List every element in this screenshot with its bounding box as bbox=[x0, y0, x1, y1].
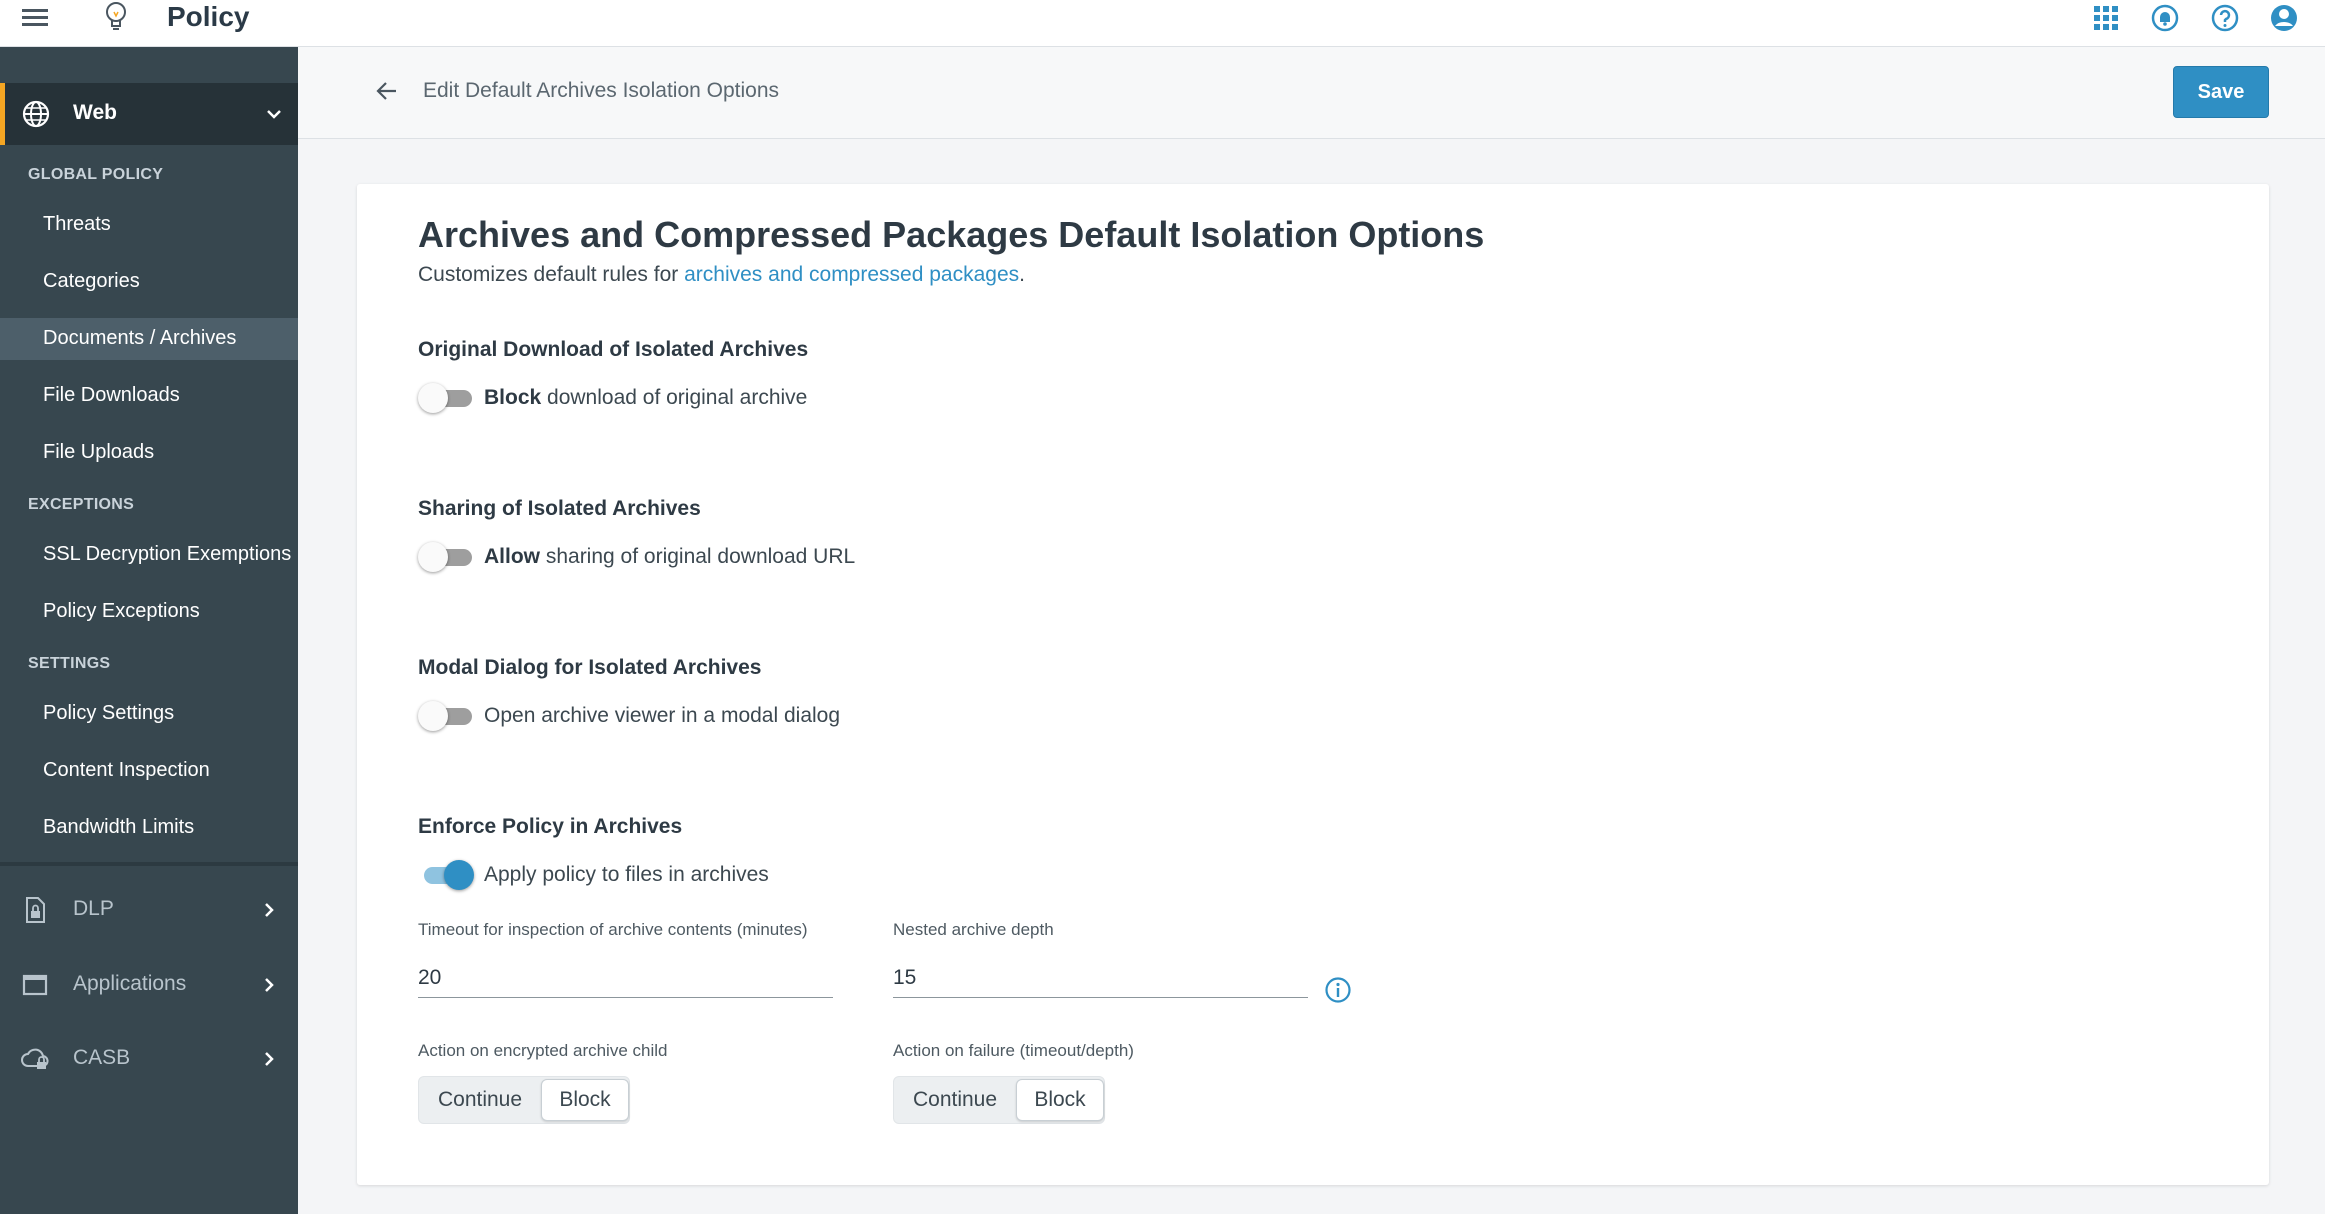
applications-window-icon bbox=[22, 974, 48, 996]
sidebar-item-policy-settings[interactable]: Policy Settings bbox=[0, 693, 298, 735]
toggle-label-bold: Block bbox=[484, 386, 542, 409]
failure-block-option[interactable]: Block bbox=[1016, 1079, 1104, 1121]
toggle-knob bbox=[418, 701, 448, 731]
sidebar-item-file-uploads[interactable]: File Uploads bbox=[0, 432, 298, 474]
arrow-left-icon[interactable] bbox=[374, 78, 400, 104]
sidebar-item-label: Content Inspection bbox=[43, 759, 210, 781]
sidebar-item-casb[interactable]: CASB bbox=[0, 1030, 298, 1088]
sidebar-item-policy-exceptions[interactable]: Policy Exceptions bbox=[0, 591, 298, 633]
depth-label: Nested archive depth bbox=[893, 920, 1054, 939]
section-heading-global-policy: GLOBAL POLICY bbox=[28, 166, 164, 183]
top-bar: Policy bbox=[0, 0, 2325, 47]
app-title: Policy bbox=[167, 1, 250, 32]
section-heading-settings: SETTINGS bbox=[28, 655, 111, 672]
apply-policy-toggle[interactable] bbox=[418, 860, 474, 890]
settings-card: Archives and Compressed Packages Default… bbox=[357, 184, 2269, 1185]
dlp-document-icon bbox=[26, 897, 45, 923]
card-description: Customizes default rules for archives an… bbox=[418, 263, 1025, 287]
timeout-input[interactable]: 20 bbox=[418, 962, 833, 998]
description-prefix: Customizes default rules for bbox=[418, 263, 685, 286]
sidebar-item-label: Policy Exceptions bbox=[43, 600, 200, 622]
toggle-knob bbox=[418, 383, 448, 413]
sidebar: Web GLOBAL POLICY Threats Categories Doc… bbox=[0, 47, 298, 1214]
allow-sharing-toggle[interactable] bbox=[418, 542, 474, 572]
sidebar-item-threats[interactable]: Threats bbox=[0, 204, 298, 246]
chevron-right-icon bbox=[265, 978, 274, 992]
sidebar-item-content-inspection[interactable]: Content Inspection bbox=[0, 750, 298, 792]
depth-value: 15 bbox=[893, 966, 917, 989]
chevron-right-icon bbox=[265, 1052, 274, 1066]
encrypted-action-label: Action on encrypted archive child bbox=[418, 1041, 668, 1060]
save-button[interactable]: Save bbox=[2173, 66, 2269, 118]
toggle-label-bold: Allow bbox=[484, 545, 540, 568]
encrypted-action-segmented: Continue Block bbox=[418, 1076, 630, 1124]
sidebar-item-dlp[interactable]: DLP bbox=[0, 881, 298, 939]
toggle-knob bbox=[444, 860, 474, 890]
failure-continue-option[interactable]: Continue bbox=[896, 1079, 1014, 1121]
sidebar-item-file-downloads[interactable]: File Downloads bbox=[0, 375, 298, 417]
encrypted-block-option[interactable]: Block bbox=[541, 1079, 629, 1121]
failure-action-label: Action on failure (timeout/depth) bbox=[893, 1041, 1134, 1060]
option-heading-original-download: Original Download of Isolated Archives bbox=[418, 338, 809, 361]
description-suffix: . bbox=[1019, 263, 1025, 286]
chevron-down-icon bbox=[267, 110, 281, 119]
menu-icon[interactable] bbox=[20, 3, 50, 33]
timeout-value: 20 bbox=[418, 966, 442, 989]
breadcrumb: Edit Default Archives Isolation Options bbox=[423, 79, 780, 102]
sidebar-item-bandwidth-limits[interactable]: Bandwidth Limits bbox=[0, 807, 298, 849]
sidebar-item-label: DLP bbox=[73, 897, 114, 920]
failure-action-segmented: Continue Block bbox=[893, 1076, 1105, 1124]
sidebar-item-label: Web bbox=[73, 101, 117, 124]
timeout-label: Timeout for inspection of archive conten… bbox=[418, 920, 808, 939]
option-heading-sharing: Sharing of Isolated Archives bbox=[418, 497, 701, 520]
page-header: Edit Default Archives Isolation Options bbox=[298, 47, 2325, 139]
apps-grid-icon[interactable] bbox=[2091, 3, 2121, 33]
lightbulb-icon bbox=[106, 2, 126, 30]
info-icon[interactable] bbox=[1324, 976, 1352, 1004]
sidebar-item-categories[interactable]: Categories bbox=[0, 261, 298, 303]
apply-policy-label: Apply policy to files in archives bbox=[484, 863, 769, 886]
toggle-label-text: download of original archive bbox=[541, 386, 808, 409]
sidebar-item-ssl-decryption-exemptions[interactable]: SSL Decryption Exemptions bbox=[0, 534, 298, 576]
chevron-right-icon bbox=[265, 903, 274, 917]
sidebar-item-label: Categories bbox=[43, 270, 140, 292]
sidebar-item-label: SSL Decryption Exemptions bbox=[43, 543, 292, 565]
sidebar-item-label: Documents / Archives bbox=[43, 327, 237, 349]
help-icon[interactable] bbox=[2210, 3, 2240, 33]
option-heading-modal-dialog: Modal Dialog for Isolated Archives bbox=[418, 656, 762, 679]
account-icon[interactable] bbox=[2269, 3, 2299, 33]
sidebar-item-label: File Uploads bbox=[43, 441, 155, 463]
notifications-icon[interactable] bbox=[2150, 3, 2180, 33]
sidebar-item-label: Threats bbox=[43, 213, 111, 235]
modal-dialog-toggle[interactable] bbox=[418, 701, 474, 731]
casb-cloud-icon bbox=[21, 1048, 49, 1069]
modal-dialog-label: Open archive viewer in a modal dialog bbox=[484, 704, 841, 727]
sidebar-item-label: CASB bbox=[73, 1046, 131, 1069]
depth-input[interactable]: 15 bbox=[893, 962, 1308, 998]
page-title: Archives and Compressed Packages Default… bbox=[418, 214, 1485, 255]
sidebar-item-label: Applications bbox=[73, 972, 187, 995]
sidebar-item-label: Bandwidth Limits bbox=[43, 816, 195, 838]
encrypted-continue-option[interactable]: Continue bbox=[421, 1079, 539, 1121]
sidebar-item-label: File Downloads bbox=[43, 384, 180, 406]
allow-sharing-label: Allow sharing of original download URL bbox=[484, 545, 855, 569]
toggle-label-text: sharing of original download URL bbox=[540, 545, 856, 568]
sidebar-divider bbox=[0, 862, 298, 866]
sidebar-item-documents-archives[interactable]: Documents / Archives bbox=[0, 318, 298, 360]
section-heading-exceptions: EXCEPTIONS bbox=[28, 496, 135, 513]
option-heading-enforce-policy: Enforce Policy in Archives bbox=[418, 815, 683, 838]
sidebar-item-applications[interactable]: Applications bbox=[0, 956, 298, 1014]
globe-icon bbox=[22, 100, 50, 128]
toggle-knob bbox=[418, 542, 448, 572]
block-download-toggle[interactable] bbox=[418, 383, 474, 413]
archives-link[interactable]: archives and compressed packages bbox=[684, 263, 1019, 286]
block-download-label: Block download of original archive bbox=[484, 386, 807, 410]
sidebar-item-web[interactable]: Web bbox=[0, 83, 298, 145]
sidebar-item-label: Policy Settings bbox=[43, 702, 175, 724]
